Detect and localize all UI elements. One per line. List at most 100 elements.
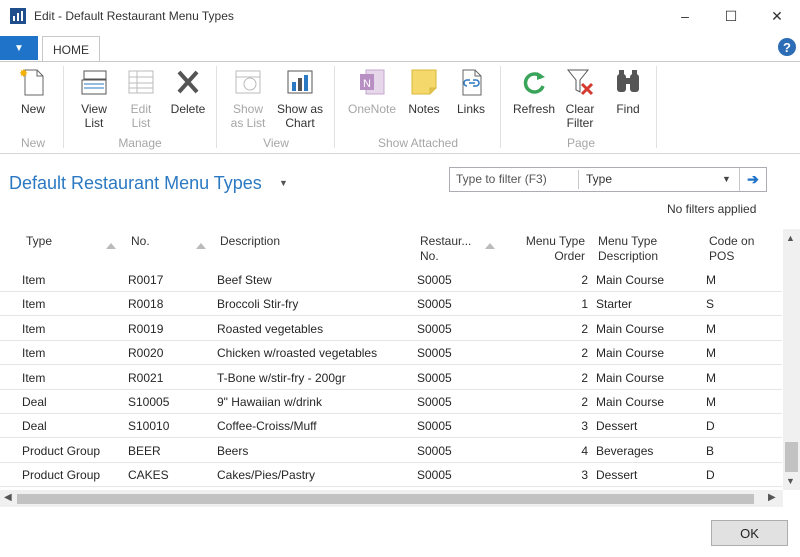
cell-no: S10010 xyxy=(128,419,170,434)
table-row[interactable]: Item R0019 Roasted vegetables S0005 2 Main Co… xyxy=(0,317,782,341)
chevron-down-icon[interactable]: ▼ xyxy=(279,178,288,188)
edit-list-button[interactable]: Edit List xyxy=(120,66,162,130)
group-separator xyxy=(63,66,64,148)
cell-description: 9" Hawaiian w/drink xyxy=(217,395,322,409)
edit-list-label: Edit List xyxy=(130,102,152,130)
minimize-button[interactable]: – xyxy=(662,0,708,32)
cell-code-on-pos: B xyxy=(706,443,715,458)
column-header-code-on-pos[interactable]: Code on POS xyxy=(709,234,754,264)
onenote-button[interactable]: N OneNote xyxy=(344,66,400,116)
app-menu-button[interactable]: ▼ xyxy=(0,36,38,60)
column-header-type[interactable]: Type xyxy=(26,234,52,249)
window-title: Edit - Default Restaurant Menu Types xyxy=(34,9,234,23)
new-document-icon: ✸ xyxy=(17,66,49,98)
table-row[interactable]: Item R0017 Beef Stew S0005 2 Main Course M xyxy=(0,268,782,292)
cell-description: Beef Stew xyxy=(217,273,272,287)
show-as-chart-button[interactable]: Show as Chart xyxy=(274,66,326,130)
cell-restaurant-no: S0005 xyxy=(417,297,452,312)
cell-description: T-Bone w/stir-fry - 200gr xyxy=(217,370,346,385)
show-list-icon xyxy=(232,66,264,98)
cell-code-on-pos: D xyxy=(706,419,715,434)
cell-menu-type-order: 2 xyxy=(581,370,588,385)
new-button-label: New xyxy=(20,102,45,116)
view-list-icon xyxy=(78,66,110,98)
vertical-scroll-thumb[interactable] xyxy=(785,442,798,472)
scroll-right-icon[interactable]: ▶ xyxy=(768,492,776,503)
page-title[interactable]: Default Restaurant Menu Types xyxy=(9,173,262,194)
sort-up-icon[interactable] xyxy=(106,243,116,249)
cell-no: BEER xyxy=(128,443,161,458)
cell-menu-type-order: 2 xyxy=(581,273,588,287)
help-icon[interactable]: ? xyxy=(778,38,796,56)
column-header-menu-type-description[interactable]: Menu Type Description xyxy=(598,234,658,264)
chevron-down-icon[interactable]: ▼ xyxy=(722,174,731,184)
cell-type: Deal xyxy=(22,395,47,409)
filter-field-select[interactable]: Type xyxy=(586,172,612,186)
cell-menu-type-description: Dessert xyxy=(596,419,638,434)
table-row[interactable]: Product Group BEER Beers S0005 4 Beverages B xyxy=(0,439,782,463)
column-header-menu-type-order[interactable]: Menu Type Order xyxy=(510,234,585,264)
refresh-button[interactable]: Refresh xyxy=(510,66,558,116)
find-button[interactable]: Find xyxy=(608,66,648,116)
cell-menu-type-order: 2 xyxy=(581,395,588,409)
cell-code-on-pos: M xyxy=(706,346,716,361)
table-row[interactable]: Deal S10010 Coffee-Croiss/Muff S0005 3 Desser… xyxy=(0,414,782,439)
group-label-page: Page xyxy=(566,136,596,150)
ok-button[interactable]: OK xyxy=(711,520,788,546)
cell-restaurant-no: S0005 xyxy=(417,419,452,434)
cell-code-on-pos: S xyxy=(706,297,715,312)
cell-description: Beers xyxy=(217,443,249,458)
scroll-up-icon[interactable]: ▲ xyxy=(786,233,795,243)
cell-no: R0017 xyxy=(128,273,164,287)
refresh-icon xyxy=(518,66,550,98)
cell-menu-type-description: Main Course xyxy=(596,273,665,287)
cell-no: R0019 xyxy=(128,321,164,336)
column-header-description[interactable]: Description xyxy=(220,234,280,249)
close-button[interactable]: ✕ xyxy=(754,0,800,32)
cell-menu-type-order: 2 xyxy=(581,321,588,336)
column-header-restaurant-no[interactable]: Restaur... No. xyxy=(420,234,471,264)
view-list-button[interactable]: View List xyxy=(72,66,116,130)
cell-no: CAKES xyxy=(128,468,169,483)
cell-menu-type-description: Main Course xyxy=(596,370,665,385)
table-row[interactable]: Item R0021 T-Bone w/stir-fry - 200gr S0005 2… xyxy=(0,366,782,390)
svg-text:✸: ✸ xyxy=(19,68,28,80)
cell-type: Product Group xyxy=(22,468,101,483)
cell-menu-type-description: Beverages xyxy=(596,443,654,458)
links-button[interactable]: Links xyxy=(451,66,491,116)
edit-list-icon xyxy=(125,66,157,98)
table-row[interactable]: Product Group CAKES Cakes/Pies/Pastry S0005… xyxy=(0,463,782,488)
cell-menu-type-description: Main Course xyxy=(596,395,665,409)
delete-button[interactable]: Delete xyxy=(166,66,210,116)
tab-home[interactable]: HOME xyxy=(42,36,100,62)
filter-status: No filters applied xyxy=(667,202,757,216)
notes-button[interactable]: Notes xyxy=(404,66,444,116)
cell-menu-type-description: Dessert xyxy=(596,468,638,483)
horizontal-scroll-thumb[interactable] xyxy=(17,494,754,504)
cell-menu-type-description: Main Course xyxy=(596,321,665,336)
show-as-list-button[interactable]: Show as List xyxy=(226,66,270,130)
cell-restaurant-no: S0005 xyxy=(417,395,452,409)
new-button[interactable]: ✸ New xyxy=(12,66,54,116)
scroll-left-icon[interactable]: ◀ xyxy=(4,492,12,503)
cell-code-on-pos: D xyxy=(706,468,715,483)
delete-x-icon xyxy=(172,66,204,98)
onenote-label: OneNote xyxy=(347,102,397,116)
table-row[interactable]: Deal S10005 9" Hawaiian w/drink S0005 2 Main … xyxy=(0,390,782,414)
filter-input[interactable]: Type to filter (F3) xyxy=(456,172,547,186)
table-row[interactable]: Item R0018 Broccoli Stir-fry S0005 1 Starter S xyxy=(0,292,782,317)
cell-no: R0021 xyxy=(128,370,164,385)
scroll-down-icon[interactable]: ▼ xyxy=(786,476,795,486)
sort-up-icon[interactable] xyxy=(485,243,495,249)
arrow-right-icon[interactable]: ➔ xyxy=(739,168,766,191)
cell-restaurant-no: S0005 xyxy=(417,468,452,483)
maximize-button[interactable]: ☐ xyxy=(708,0,754,32)
sort-up-icon[interactable] xyxy=(196,243,206,249)
refresh-label: Refresh xyxy=(512,102,556,116)
column-header-no[interactable]: No. xyxy=(131,234,150,249)
clear-filter-label: Clear Filter xyxy=(565,102,595,130)
table-row[interactable]: Item R0020 Chicken w/roasted vegetables S00… xyxy=(0,341,782,366)
cell-description: Coffee-Croiss/Muff xyxy=(217,419,317,434)
group-separator xyxy=(656,66,657,148)
clear-filter-button[interactable]: Clear Filter xyxy=(560,66,600,130)
